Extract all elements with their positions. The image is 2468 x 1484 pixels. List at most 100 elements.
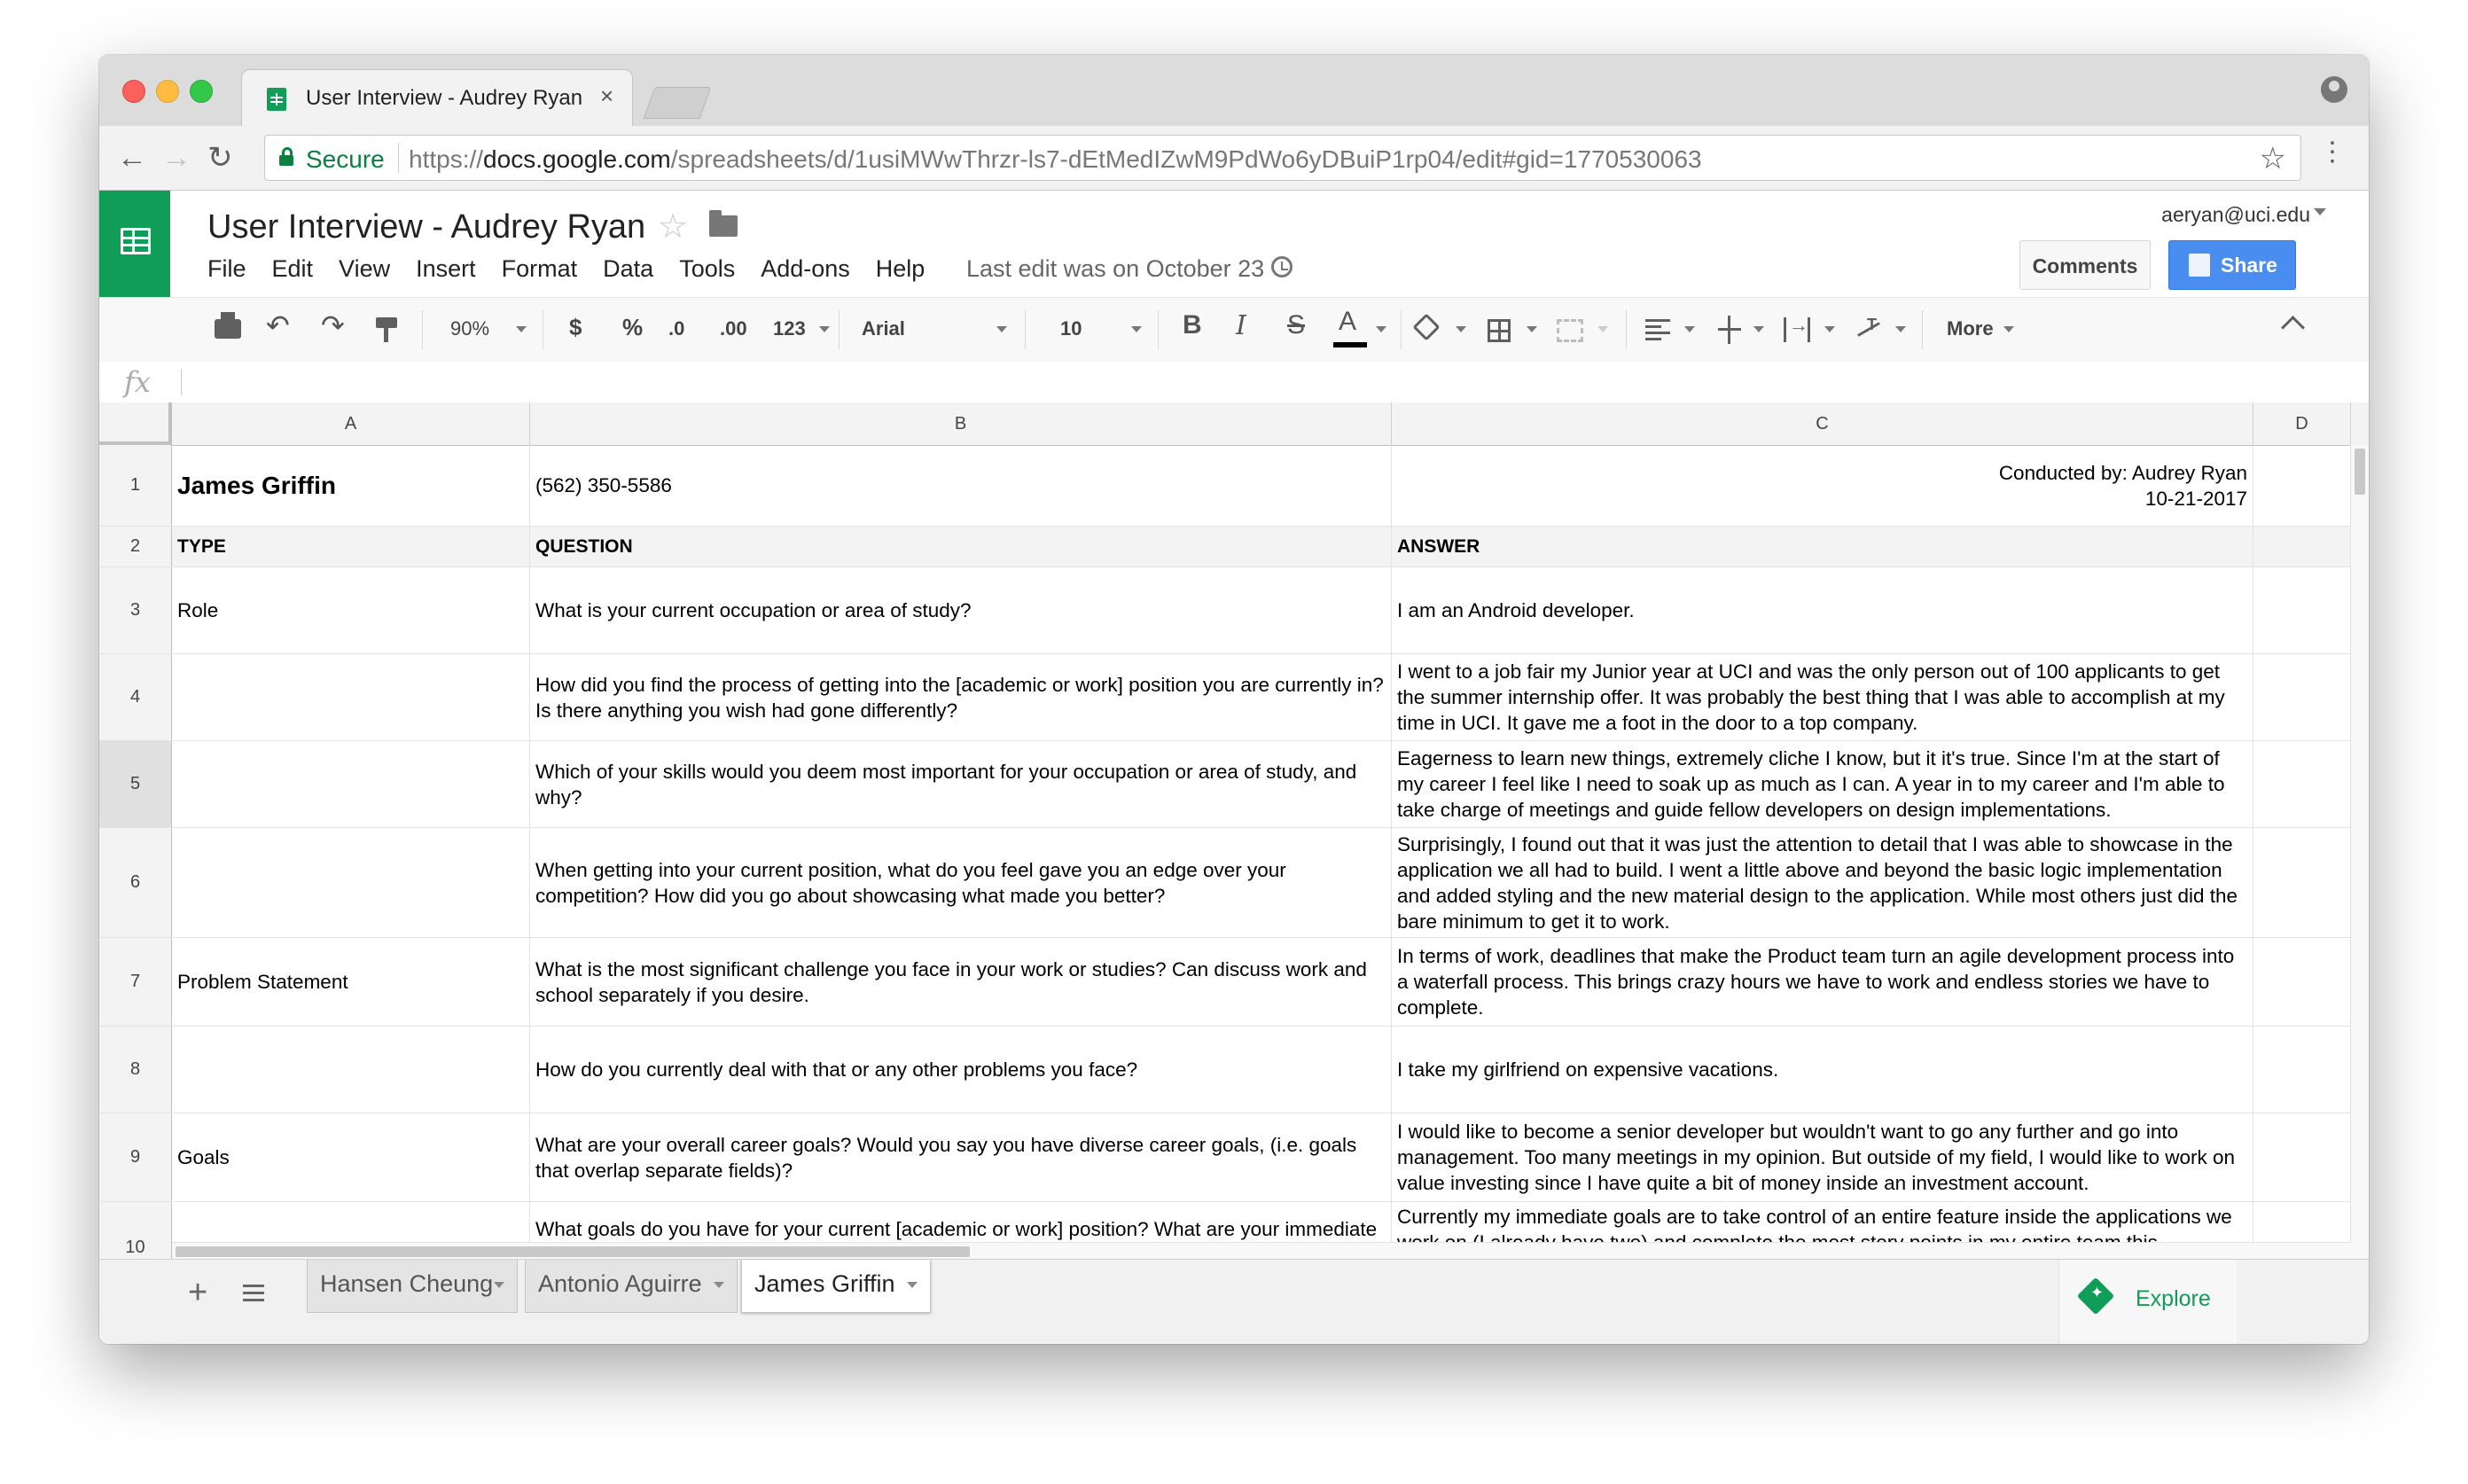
sheet-tab-menu-icon[interactable] [907, 1282, 918, 1288]
merge-cells-icon[interactable] [1557, 319, 1583, 342]
increase-decimal-button[interactable]: .00 [720, 317, 747, 340]
cell[interactable]: How do you currently deal with that or a… [530, 1027, 1392, 1113]
more-dropdown-icon[interactable] [2003, 326, 2014, 332]
explore-button[interactable]: Explore [2058, 1260, 2237, 1344]
cell[interactable] [172, 654, 530, 740]
menu-data[interactable]: Data [603, 255, 653, 282]
sheet-tab-hansen-cheung[interactable]: Hansen Cheung [307, 1260, 518, 1313]
sheet-tab-menu-icon[interactable] [714, 1282, 724, 1288]
cell[interactable]: QUESTION [530, 527, 1392, 566]
profile-icon[interactable] [2321, 76, 2347, 103]
last-edit-link[interactable]: Last edit was on October 23 [966, 255, 1264, 283]
cell[interactable]: I went to a job fair my Junior year at U… [1392, 654, 2253, 740]
vertical-scroll-thumb[interactable] [2355, 449, 2365, 495]
cell[interactable] [2253, 741, 2351, 827]
zoom-dropdown-icon[interactable] [516, 326, 527, 332]
cell[interactable] [172, 1027, 530, 1113]
sheet-tab-antonio-aguirre[interactable]: Antonio Aguirre [525, 1260, 738, 1313]
all-sheets-icon[interactable] [243, 1285, 264, 1302]
text-wrap-icon[interactable] [1784, 314, 1810, 342]
cell[interactable]: In terms of work, deadlines that make th… [1392, 938, 2253, 1026]
menu-tools[interactable]: Tools [679, 255, 735, 282]
menu-view[interactable]: View [339, 255, 390, 282]
menu-help[interactable]: Help [876, 255, 926, 282]
percent-format-button[interactable]: % [622, 314, 643, 341]
window-minimize-button[interactable] [156, 80, 179, 103]
tab-close-icon[interactable]: × [600, 82, 613, 110]
borders-dropdown-icon[interactable] [1527, 326, 1537, 332]
window-zoom-button[interactable] [190, 80, 213, 103]
fill-color-icon[interactable] [1412, 313, 1441, 341]
new-tab-button[interactable] [643, 87, 712, 119]
column-header-d[interactable]: D [2253, 402, 2351, 445]
cell[interactable] [2253, 938, 2351, 1026]
paint-format-icon[interactable] [376, 317, 397, 342]
row-number[interactable]: 6 [99, 828, 172, 937]
user-email[interactable]: aeryan@uci.edu [2161, 203, 2310, 227]
cell[interactable]: Surprisingly, I found out that it was ju… [1392, 828, 2253, 937]
address-bar[interactable]: Secure https://docs.google.com/spreadshe… [264, 135, 2301, 181]
merge-dropdown-icon[interactable] [1597, 326, 1608, 332]
comments-button[interactable]: Comments [2019, 240, 2151, 290]
cell[interactable]: ANSWER [1392, 527, 2253, 566]
font-dropdown-icon[interactable] [996, 326, 1007, 332]
row-number[interactable]: 5 [99, 741, 172, 827]
row-number[interactable]: 4 [99, 654, 172, 740]
browser-tab[interactable]: User Interview - Audrey Ryan × [241, 69, 633, 127]
window-close-button[interactable] [122, 80, 145, 103]
print-icon[interactable] [215, 312, 241, 339]
text-rotation-icon[interactable] [1855, 316, 1881, 342]
strikethrough-button[interactable]: S [1287, 310, 1305, 340]
select-all-corner[interactable] [99, 402, 172, 445]
cell[interactable]: I would like to become a senior develope… [1392, 1113, 2253, 1201]
cell[interactable] [2253, 828, 2351, 937]
cell[interactable] [172, 741, 530, 827]
bold-button[interactable]: B [1183, 310, 1202, 340]
undo-icon[interactable]: ↶ [266, 309, 290, 342]
fill-color-dropdown-icon[interactable] [1456, 326, 1466, 332]
number-format-button[interactable]: 123 [773, 317, 806, 340]
vertical-scrollbar[interactable] [2350, 445, 2369, 1259]
menu-edit[interactable]: Edit [272, 255, 314, 282]
menu-insert[interactable]: Insert [416, 255, 476, 282]
borders-icon[interactable] [1488, 319, 1511, 342]
wrap-dropdown-icon[interactable] [1824, 326, 1835, 332]
row-number[interactable]: 1 [99, 445, 172, 526]
folder-icon[interactable] [709, 210, 738, 237]
font-size-dropdown-icon[interactable] [1131, 326, 1142, 332]
cell[interactable]: (562) 350-5586 [530, 445, 1392, 526]
cell[interactable]: Which of your skills would you deem most… [530, 741, 1392, 827]
cell[interactable]: Role [172, 567, 530, 653]
menu-file[interactable]: File [207, 255, 246, 282]
horizontal-scroll-thumb[interactable] [176, 1246, 970, 1257]
currency-format-button[interactable]: $ [569, 314, 582, 341]
cell[interactable]: What are your overall career goals? Woul… [530, 1113, 1392, 1201]
valign-dropdown-icon[interactable] [1753, 326, 1764, 332]
share-button[interactable]: Share [2168, 240, 2296, 290]
column-header-a[interactable]: A [172, 402, 530, 445]
menu-format[interactable]: Format [502, 255, 578, 282]
font-size-select[interactable]: 10 [1060, 317, 1082, 340]
cell[interactable]: Conducted by: Audrey Ryan 10-21-2017 [1392, 445, 2253, 526]
vertical-align-icon[interactable] [1718, 316, 1741, 344]
align-dropdown-icon[interactable] [1684, 326, 1695, 332]
italic-button[interactable]: I [1236, 310, 1246, 341]
text-color-dropdown-icon[interactable] [1376, 326, 1386, 332]
font-family-select[interactable]: Arial [862, 317, 905, 340]
cell[interactable] [2253, 1027, 2351, 1113]
account-caret-icon[interactable] [2314, 208, 2326, 215]
row-number[interactable]: 3 [99, 567, 172, 653]
cell[interactable] [172, 828, 530, 937]
row-number[interactable]: 8 [99, 1027, 172, 1113]
column-header-c[interactable]: C [1392, 402, 2253, 445]
history-icon[interactable] [1271, 256, 1293, 277]
sheet-tab-james-griffin[interactable]: James Griffin [741, 1260, 931, 1313]
cell[interactable]: Goals [172, 1113, 530, 1201]
redo-icon[interactable]: ↷ [321, 309, 345, 342]
column-header-b[interactable]: B [530, 402, 1392, 445]
cell[interactable]: James Griffin [172, 445, 530, 526]
spreadsheet-grid[interactable]: A B C D 1 James Griffin (562) 350-5586 C… [99, 402, 2369, 1259]
menu-addons[interactable]: Add-ons [761, 255, 850, 282]
horizontal-align-icon[interactable] [1645, 319, 1670, 340]
more-button[interactable]: More [1947, 317, 1994, 340]
